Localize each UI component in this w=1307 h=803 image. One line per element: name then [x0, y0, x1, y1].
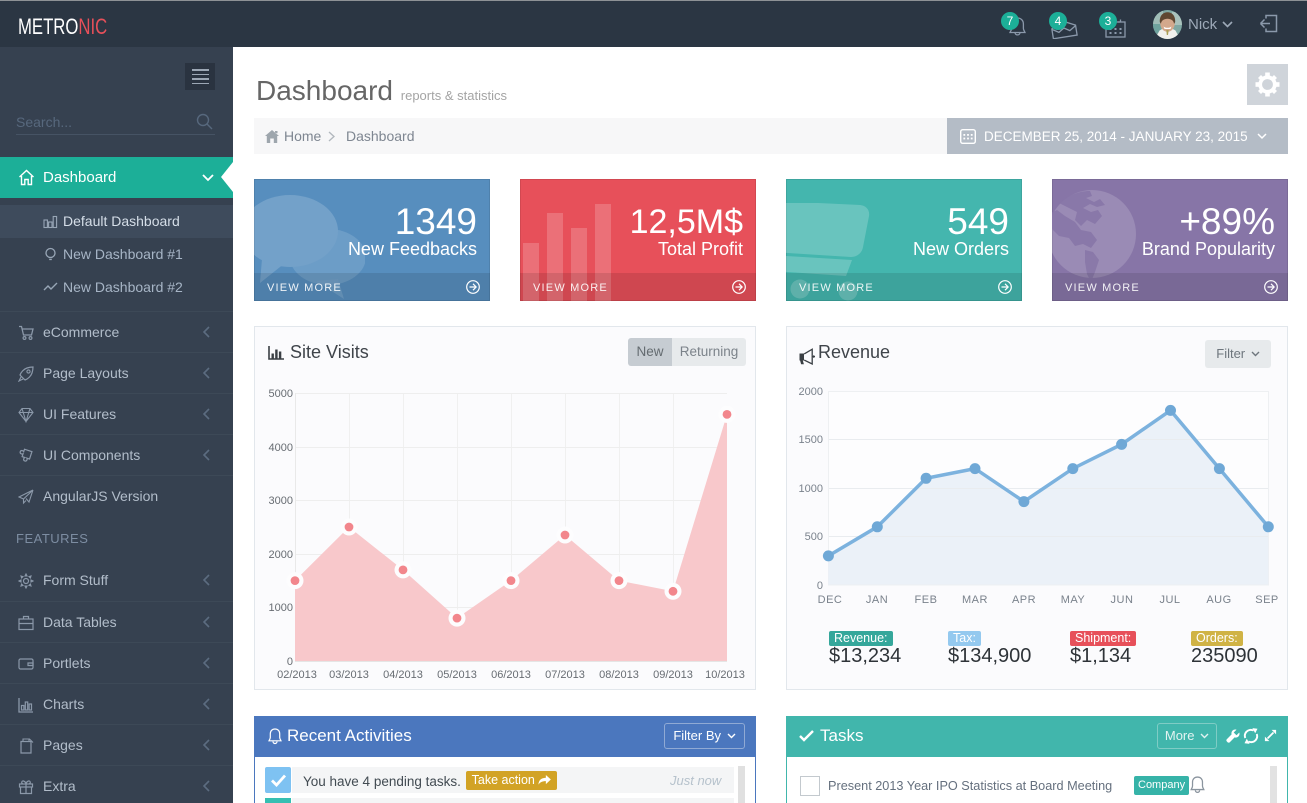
svg-text:1000: 1000	[799, 483, 823, 495]
svg-text:FEB: FEB	[915, 594, 938, 606]
svg-text:APR: APR	[1012, 594, 1036, 606]
svg-text:1500: 1500	[799, 434, 823, 446]
svg-text:3000: 3000	[269, 495, 293, 507]
svg-text:500: 500	[805, 531, 823, 543]
svg-text:2000: 2000	[799, 386, 823, 398]
svg-text:02/2013: 02/2013	[277, 669, 317, 681]
svg-text:1000: 1000	[269, 602, 293, 614]
svg-text:4000: 4000	[269, 442, 293, 454]
svg-text:04/2013: 04/2013	[383, 669, 423, 681]
svg-text:JUN: JUN	[1111, 594, 1134, 606]
svg-text:2000: 2000	[269, 549, 293, 561]
svg-text:03/2013: 03/2013	[329, 669, 369, 681]
svg-text:MAR: MAR	[962, 594, 988, 606]
svg-text:0: 0	[817, 580, 823, 592]
svg-text:DEC: DEC	[818, 594, 843, 606]
svg-text:06/2013: 06/2013	[491, 669, 531, 681]
svg-text:5000: 5000	[269, 388, 293, 400]
svg-text:10/2013: 10/2013	[705, 669, 745, 681]
svg-text:05/2013: 05/2013	[437, 669, 477, 681]
svg-text:09/2013: 09/2013	[653, 669, 693, 681]
svg-text:SEP: SEP	[1255, 594, 1279, 606]
svg-text:07/2013: 07/2013	[545, 669, 585, 681]
svg-text:0: 0	[287, 656, 293, 668]
svg-text:MAY: MAY	[1061, 594, 1086, 606]
svg-text:AUG: AUG	[1206, 594, 1231, 606]
svg-text:08/2013: 08/2013	[599, 669, 639, 681]
svg-text:JAN: JAN	[866, 594, 888, 606]
svg-text:JUL: JUL	[1159, 594, 1180, 606]
